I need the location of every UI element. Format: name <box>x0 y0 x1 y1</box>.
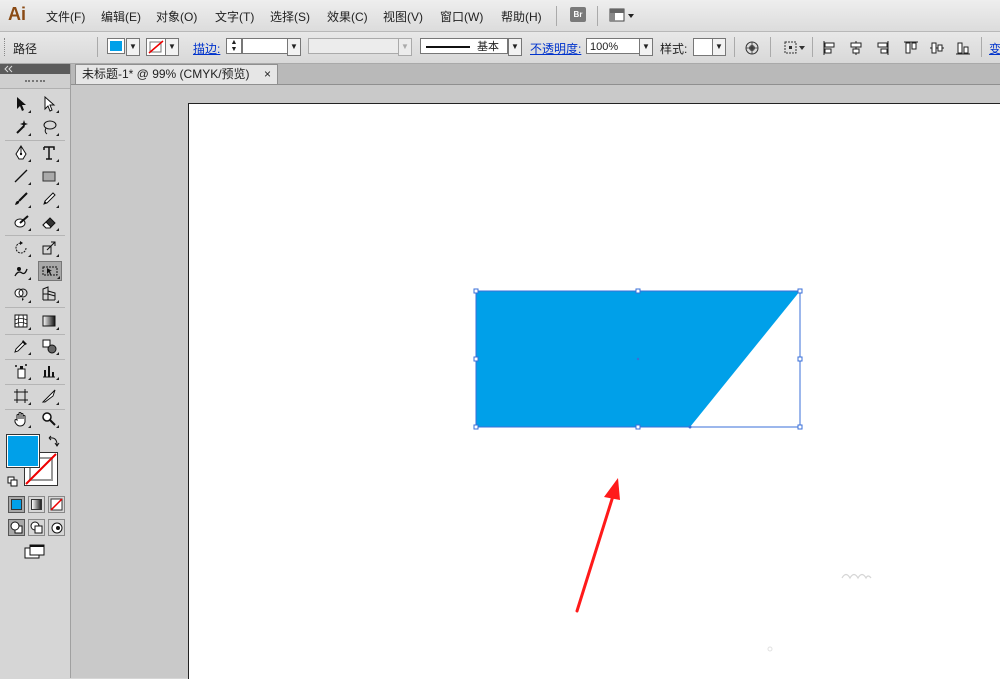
annotation-arrow <box>575 478 620 613</box>
selection-handle <box>797 356 803 362</box>
selection-handle <box>797 424 803 430</box>
selection-handle <box>473 288 479 294</box>
selection-handle <box>473 356 479 362</box>
anchor-point <box>688 425 692 429</box>
watermark-logo <box>767 573 872 652</box>
artwork-layer <box>473 288 872 652</box>
selection-handle <box>635 288 641 294</box>
selection-handle <box>473 424 479 430</box>
selection-handle <box>635 424 641 430</box>
fill-color-swatch[interactable] <box>6 434 40 468</box>
center-point <box>636 357 640 361</box>
selection-handle <box>797 288 803 294</box>
fill-color-chip <box>8 436 38 466</box>
